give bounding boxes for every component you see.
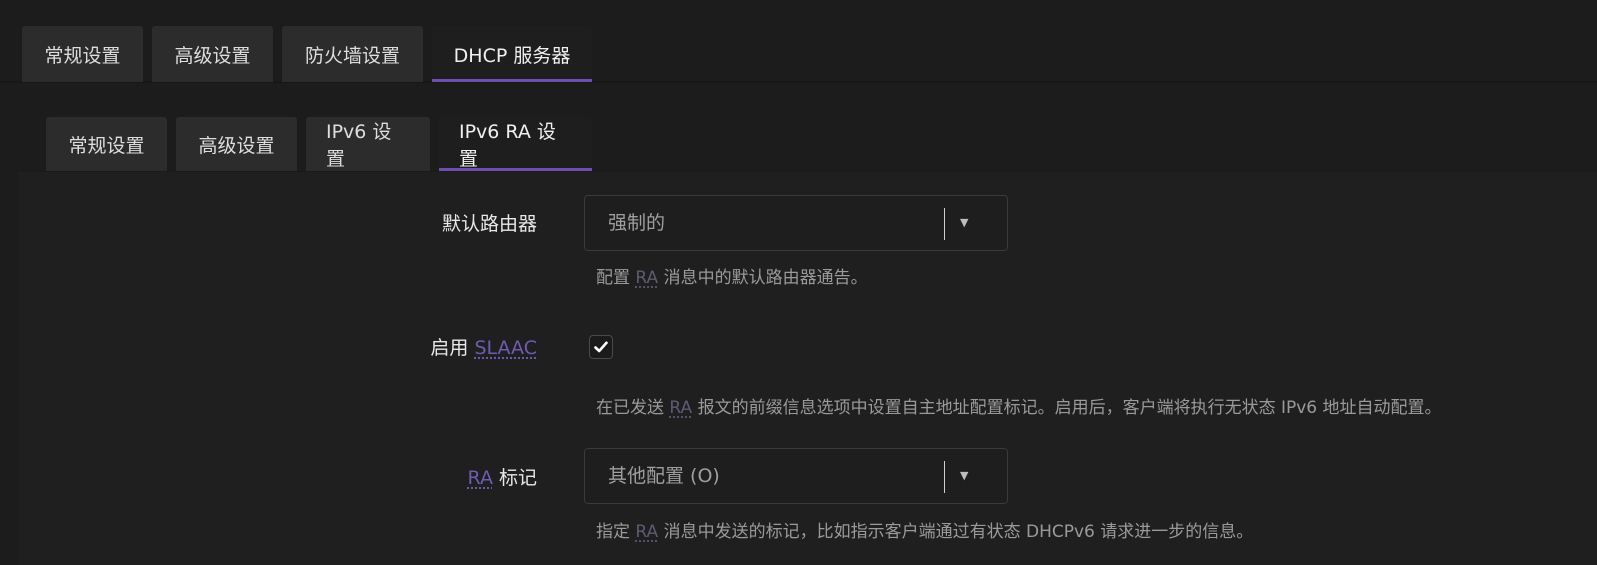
slaac-checkbox[interactable] bbox=[589, 335, 613, 359]
sub-tab-bar: 常规设置 高级设置 IPv6 设置 IPv6 RA 设置 bbox=[46, 117, 592, 171]
ra-flags-help: 指定 RA 消息中发送的标记，比如指示客户端通过有状态 DHCPv6 请求进一步… bbox=[596, 522, 1254, 542]
default-router-label: 默认路由器 bbox=[441, 213, 537, 235]
ra-flags-select[interactable]: 其他配置 (O) ▼ bbox=[584, 448, 1008, 504]
subtab-ipv6-ra-settings[interactable]: IPv6 RA 设置 bbox=[439, 117, 592, 171]
subtab-general-settings[interactable]: 常规设置 bbox=[46, 117, 167, 171]
tab-general-settings[interactable]: 常规设置 bbox=[22, 26, 143, 82]
slaac-label: 启用 SLAAC bbox=[430, 337, 537, 359]
tab-firewall-settings[interactable]: 防火墙设置 bbox=[282, 26, 423, 82]
caret-down-icon: ▼ bbox=[960, 469, 969, 482]
tab-dhcp-server[interactable]: DHCP 服务器 bbox=[432, 26, 592, 82]
subtab-advanced-settings[interactable]: 高级设置 bbox=[176, 117, 297, 171]
default-router-select[interactable]: 强制的 ▼ bbox=[584, 195, 1008, 251]
tab-advanced-settings[interactable]: 高级设置 bbox=[152, 26, 273, 82]
ra-flags-label: RA 标记 bbox=[467, 467, 537, 489]
top-tab-bar: 常规设置 高级设置 防火墙设置 DHCP 服务器 bbox=[22, 26, 592, 82]
slaac-abbr: SLAAC bbox=[474, 337, 537, 359]
default-router-help: 配置 RA 消息中的默认路由器通告。 bbox=[596, 268, 868, 288]
default-router-selected-value: 强制的 bbox=[608, 212, 666, 234]
ra-abbr: RA bbox=[467, 467, 493, 489]
ra-abbr: RA bbox=[635, 522, 659, 542]
ra-abbr: RA bbox=[635, 268, 659, 288]
slaac-help: 在已发送 RA 报文的前缀信息选项中设置自主地址配置标记。启用后，客户端将执行无… bbox=[596, 398, 1442, 418]
subtab-ipv6-settings[interactable]: IPv6 设置 bbox=[306, 117, 430, 171]
select-separator bbox=[944, 208, 945, 240]
settings-page: 常规设置 高级设置 防火墙设置 DHCP 服务器 常规设置 高级设置 IPv6 … bbox=[0, 0, 1597, 565]
ra-abbr: RA bbox=[669, 398, 693, 418]
checkmark-icon bbox=[594, 341, 608, 353]
select-separator bbox=[944, 461, 945, 493]
ra-flags-selected-value: 其他配置 (O) bbox=[608, 465, 720, 487]
caret-down-icon: ▼ bbox=[960, 216, 969, 229]
